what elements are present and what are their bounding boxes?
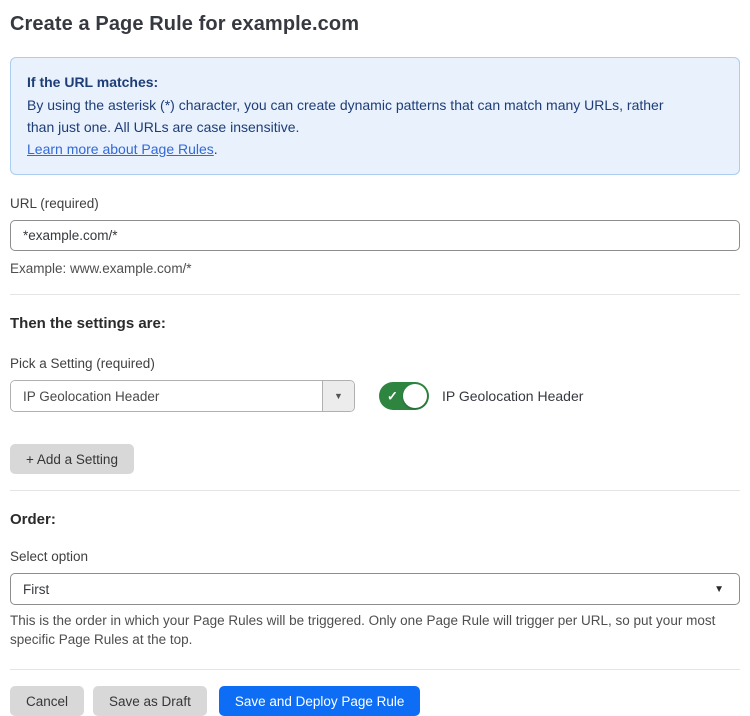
url-field-label: URL (required) <box>10 196 740 211</box>
url-match-info-box: If the URL matches: By using the asteris… <box>10 57 740 175</box>
learn-more-link[interactable]: Learn more about Page Rules <box>27 141 214 157</box>
info-box-link-row: Learn more about Page Rules. <box>27 138 723 160</box>
toggle-knob <box>403 384 427 408</box>
url-input[interactable] <box>10 220 740 251</box>
chevron-down-icon: ▼ <box>714 584 727 595</box>
order-select-value: First <box>23 582 49 597</box>
cancel-button[interactable]: Cancel <box>10 686 84 716</box>
divider <box>10 490 740 491</box>
check-icon: ✓ <box>387 390 398 403</box>
chevron-down-icon: ▼ <box>334 391 343 401</box>
add-setting-button[interactable]: + Add a Setting <box>10 444 134 474</box>
save-draft-button[interactable]: Save as Draft <box>93 686 207 716</box>
url-example-helper: Example: www.example.com/* <box>10 259 740 278</box>
footer-button-row: Cancel Save as Draft Save and Deploy Pag… <box>10 686 740 716</box>
info-box-heading: If the URL matches: <box>27 71 723 93</box>
pick-setting-label: Pick a Setting (required) <box>10 356 740 371</box>
geolocation-toggle[interactable]: ✓ <box>379 382 429 410</box>
divider <box>10 294 740 295</box>
setting-toggle-group: ✓ IP Geolocation Header <box>379 382 583 410</box>
order-section-heading: Order: <box>10 511 740 528</box>
order-helper-text: This is the order in which your Page Rul… <box>10 611 740 649</box>
setting-row: IP Geolocation Header ▼ ✓ IP Geolocation… <box>10 380 740 412</box>
order-select[interactable]: First ▼ <box>10 573 740 605</box>
setting-select-dropdown-button[interactable]: ▼ <box>322 381 354 411</box>
link-suffix: . <box>214 141 218 157</box>
page-title: Create a Page Rule for example.com <box>10 13 740 36</box>
toggle-label: IP Geolocation Header <box>442 388 583 404</box>
order-select-label: Select option <box>10 549 740 564</box>
setting-select-value: IP Geolocation Header <box>11 381 322 411</box>
settings-section-heading: Then the settings are: <box>10 315 740 332</box>
divider <box>10 669 740 670</box>
page-container: Create a Page Rule for example.com If th… <box>0 0 750 716</box>
save-deploy-button[interactable]: Save and Deploy Page Rule <box>219 686 421 716</box>
setting-select[interactable]: IP Geolocation Header ▼ <box>10 380 355 412</box>
info-box-body: By using the asterisk (*) character, you… <box>27 94 687 138</box>
